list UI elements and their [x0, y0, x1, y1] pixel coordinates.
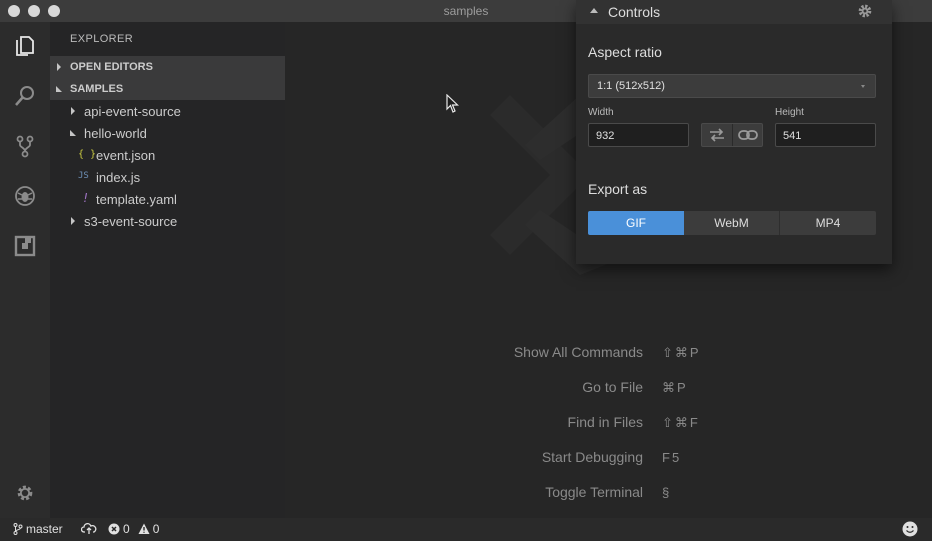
command-toggle-terminal: Toggle Terminal — [545, 484, 643, 500]
gear-icon[interactable] — [0, 473, 50, 513]
section-samples[interactable]: SAMPLES — [50, 78, 285, 100]
mouse-cursor-icon — [446, 94, 459, 113]
format-gif-button[interactable]: GIF — [588, 211, 684, 235]
shortcut-toggle-terminal: § — [662, 485, 672, 500]
link-icon[interactable] — [738, 129, 758, 141]
shortcut-find-in-files: ⇧⌘F — [662, 415, 700, 430]
git-branch-icon — [13, 523, 23, 535]
section-label: OPEN EDITORS — [70, 61, 153, 73]
js-file-icon: JS — [78, 171, 89, 181]
aspect-ratio-select[interactable]: 1:1 (512x512) — [588, 74, 876, 98]
problems-indicator[interactable]: 0 0 — [108, 522, 159, 536]
controls-header[interactable]: Controls — [576, 0, 892, 24]
tree-file-event-json[interactable]: { } event.json — [50, 144, 285, 166]
format-mp4-button[interactable]: MP4 — [780, 211, 876, 235]
chevron-down-icon — [70, 130, 76, 136]
tree-item-label: template.yaml — [96, 192, 177, 207]
section-label: SAMPLES — [70, 83, 124, 95]
shortcut-show-all: ⇧⌘P — [662, 345, 701, 360]
command-find-in-files: Find in Files — [567, 414, 643, 430]
yaml-file-icon: ! — [82, 191, 90, 205]
height-label: Height — [775, 107, 804, 118]
error-count: 0 — [123, 522, 130, 536]
branch-name: master — [26, 522, 63, 536]
tree-item-label: s3-event-source — [84, 214, 178, 229]
collapse-triangle-icon[interactable] — [590, 8, 598, 13]
chevron-right-icon — [71, 107, 75, 115]
explorer-sidebar: EXPLORER OPEN EDITORS SAMPLES api-event-… — [50, 22, 285, 518]
tree-item-label: hello-world — [84, 126, 147, 141]
tree-folder-s3-event-source[interactable]: s3-event-source — [50, 210, 285, 232]
dimension-actions — [701, 123, 763, 147]
tree-file-template-yaml[interactable]: ! template.yaml — [50, 188, 285, 210]
command-show-all: Show All Commands — [513, 344, 643, 360]
chevron-down-icon — [861, 85, 865, 88]
extensions-icon[interactable] — [0, 226, 50, 266]
files-icon[interactable] — [0, 26, 50, 66]
cloud-sync-icon — [81, 523, 97, 534]
chevron-right-icon — [57, 63, 61, 71]
settings-gear-icon[interactable] — [857, 3, 873, 19]
height-input[interactable]: 541 — [775, 123, 876, 147]
section-open-editors[interactable]: OPEN EDITORS — [50, 56, 285, 78]
export-as-label: Export as — [588, 181, 648, 197]
controls-title: Controls — [608, 4, 661, 20]
tree-item-label: api-event-source — [84, 104, 181, 119]
aspect-ratio-value: 1:1 (512x512) — [597, 80, 665, 92]
smiley-icon — [902, 521, 918, 537]
tree-file-index-js[interactable]: JS index.js — [50, 166, 285, 188]
width-label: Width — [588, 107, 614, 118]
width-input[interactable]: 932 — [588, 123, 689, 147]
format-webm-button[interactable]: WebM — [684, 211, 780, 235]
sync-button[interactable] — [81, 522, 97, 534]
tree-item-label: index.js — [96, 170, 141, 185]
shortcut-start-debugging: F5 — [662, 450, 682, 465]
command-start-debugging: Start Debugging — [541, 449, 643, 465]
status-bar: master 0 0 — [0, 518, 932, 541]
error-icon — [108, 523, 120, 535]
tree-folder-hello-world[interactable]: hello-world — [50, 122, 285, 144]
shortcut-go-to-file: ⌘P — [662, 380, 688, 395]
controls-panel: Controls Aspect ratio 1:1 (512x512) Widt… — [576, 0, 892, 264]
aspect-ratio-label: Aspect ratio — [588, 44, 662, 60]
search-icon[interactable] — [0, 76, 50, 116]
activity-bar — [0, 22, 50, 518]
tree-item-label: event.json — [96, 148, 156, 163]
git-branch[interactable]: master — [13, 522, 63, 536]
source-control-icon[interactable] — [0, 126, 50, 166]
debug-icon[interactable] — [0, 176, 50, 216]
tree-folder-api-event-source[interactable]: api-event-source — [50, 100, 285, 122]
json-file-icon: { } — [78, 149, 97, 160]
warning-icon — [138, 523, 150, 534]
feedback-button[interactable] — [902, 521, 918, 537]
command-go-to-file: Go to File — [582, 379, 643, 395]
chevron-down-icon — [56, 86, 62, 92]
swap-icon[interactable] — [708, 128, 726, 142]
explorer-title: EXPLORER — [70, 33, 134, 45]
warning-count: 0 — [152, 522, 160, 536]
chevron-right-icon — [71, 217, 75, 225]
